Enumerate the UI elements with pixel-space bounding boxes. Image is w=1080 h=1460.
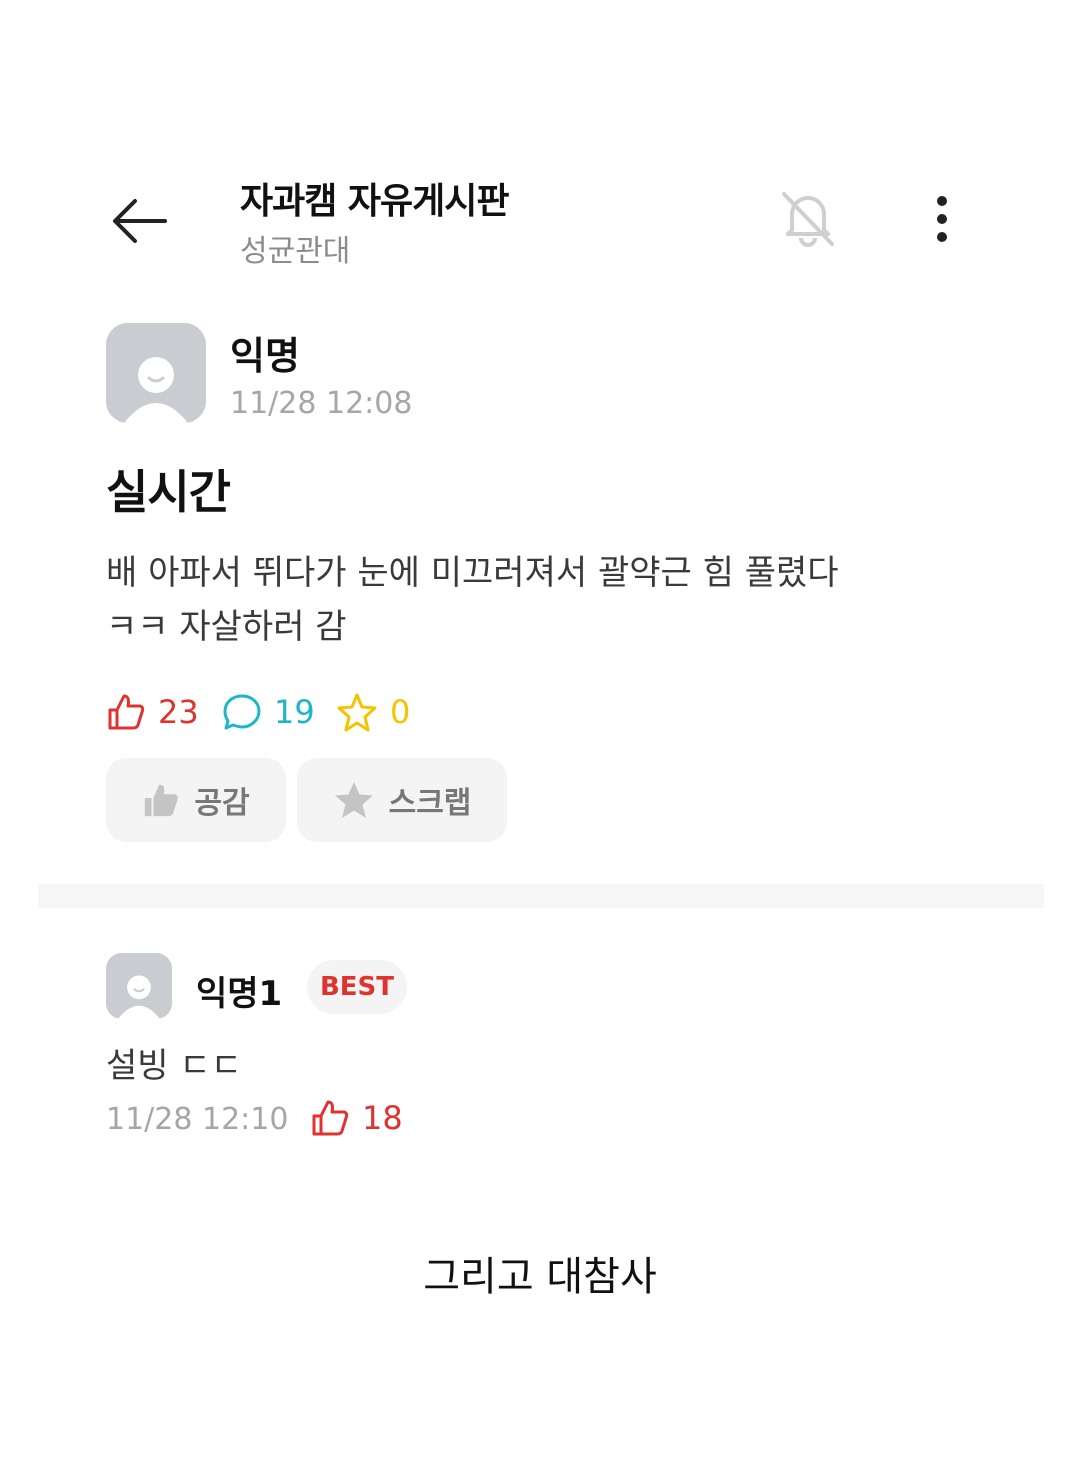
thumbs-up-filled-icon — [145, 784, 179, 817]
more-vertical-icon — [937, 196, 947, 242]
section-divider — [38, 884, 1044, 908]
thumbs-up-icon — [108, 694, 145, 730]
comment-author-name: 익명1 — [196, 974, 283, 1014]
star-icon — [337, 693, 377, 732]
post-timestamp: 11/28 12:08 — [230, 386, 413, 421]
comment-timestamp: 11/28 12:10 — [106, 1102, 289, 1137]
back-arrow-icon — [113, 199, 167, 243]
like-count-value: 23 — [158, 693, 199, 731]
caption-text: 그리고 대참사 — [423, 1254, 657, 1300]
post-title: 실시간 — [106, 465, 231, 519]
like-button[interactable]: 공감 — [106, 758, 286, 842]
comment-bubble-icon — [223, 694, 261, 730]
scrap-button[interactable]: 스크랩 — [297, 758, 507, 842]
post-body: 배 아파서 뛰다가 눈에 미끄러져서 괄약근 힘 풀렸다 ㅋㅋ 자살하러 감 — [106, 546, 926, 654]
anonymous-avatar-icon — [106, 953, 172, 1019]
scrap-count-value: 0 — [390, 693, 411, 731]
thumbs-up-icon — [312, 1100, 349, 1136]
scrap-count: 0 — [336, 692, 410, 732]
like-button-label: 공감 — [194, 786, 250, 821]
comment-body: 설빙 ㄷㄷ — [106, 1046, 242, 1086]
post-author-avatar — [106, 323, 206, 423]
notification-toggle-button[interactable] — [772, 182, 844, 254]
best-badge: BEST — [307, 960, 407, 1014]
post-body-line: ㅋㅋ 자살하러 감 — [106, 607, 347, 647]
back-button[interactable] — [106, 188, 172, 254]
board-title: 자과캠 자유게시판 — [240, 181, 509, 222]
more-options-button[interactable] — [918, 186, 966, 252]
board-subtitle: 성균관대 — [240, 234, 351, 269]
comment-like-count[interactable]: 18 — [310, 1098, 403, 1138]
bell-off-icon — [782, 192, 834, 247]
comment-count-value: 19 — [274, 693, 315, 731]
comment-author-avatar — [106, 953, 172, 1019]
scrap-button-label: 스크랩 — [388, 786, 472, 821]
star-filled-icon — [334, 782, 373, 818]
comment-count: 19 — [222, 692, 315, 732]
comment-like-count-value: 18 — [362, 1099, 403, 1137]
post-author-name: 익명 — [230, 334, 300, 378]
post-body-line: 배 아파서 뛰다가 눈에 미끄러져서 괄약근 힘 풀렸다 — [106, 553, 839, 593]
like-count: 23 — [106, 692, 199, 732]
anonymous-avatar-icon — [106, 323, 206, 423]
